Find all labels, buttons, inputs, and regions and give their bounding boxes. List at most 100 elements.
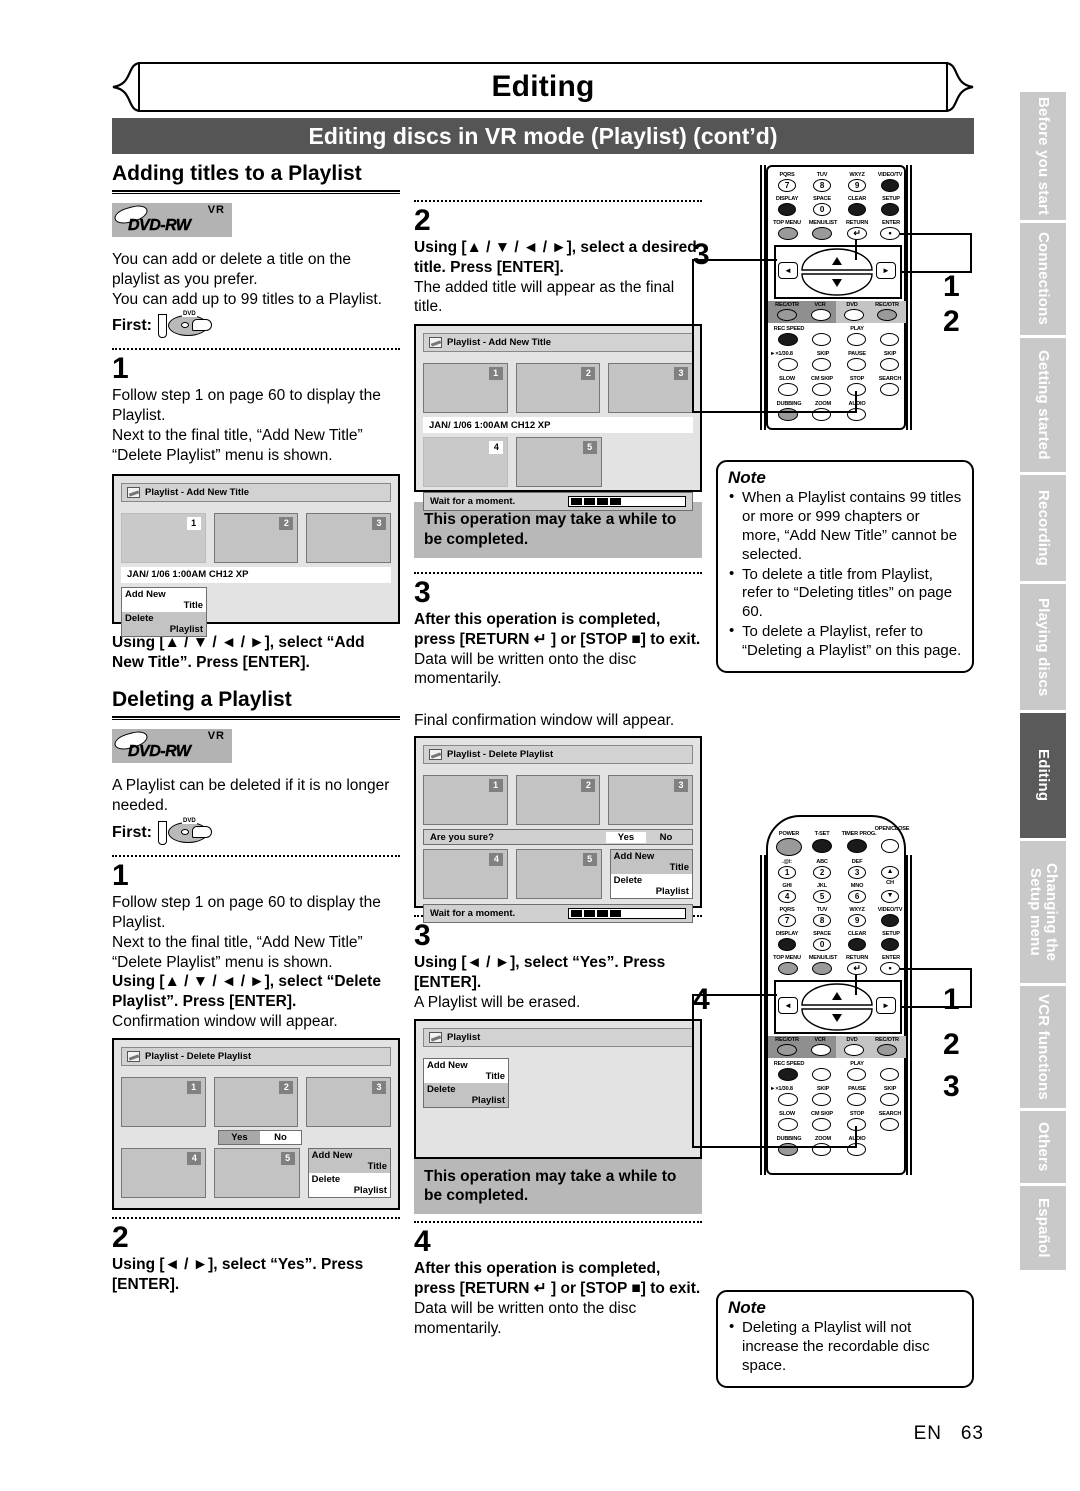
key-rec-speed[interactable] xyxy=(778,333,798,346)
key-rec-speed[interactable] xyxy=(778,1068,798,1081)
key-rec-otr-dvd[interactable] xyxy=(877,1044,897,1056)
key-arrow-left[interactable]: ◄ xyxy=(778,262,798,279)
thumbnail[interactable]: 5 xyxy=(516,437,602,488)
playlist-menu[interactable]: Add New Title Delete Playlist xyxy=(609,849,693,900)
key-dubbing[interactable] xyxy=(778,1143,798,1156)
tab-playing-discs[interactable]: Playing discs xyxy=(1020,584,1066,710)
key-pause[interactable] xyxy=(847,358,866,371)
playlist-menu[interactable]: Add New Title Delete Playlist xyxy=(423,1057,509,1108)
thumbnail[interactable]: 4 xyxy=(121,1147,207,1198)
key-frame-advance[interactable] xyxy=(778,1093,798,1106)
tab-connections[interactable]: Connections xyxy=(1020,223,1066,335)
tab-before-you-start[interactable]: Before you start xyxy=(1020,92,1066,220)
menu-item-add-new-title[interactable]: Add New Title xyxy=(122,587,206,612)
key-slow[interactable] xyxy=(778,383,798,396)
yes-option[interactable]: Yes xyxy=(219,1131,260,1144)
thumbnail[interactable]: 3 xyxy=(608,775,694,826)
key-t-set[interactable] xyxy=(812,839,832,853)
key-frame-advance[interactable] xyxy=(778,358,798,371)
key-clear[interactable] xyxy=(848,938,866,951)
thumbnail[interactable]: 1 xyxy=(121,512,206,563)
key-power[interactable] xyxy=(776,838,802,856)
key-skip-back[interactable] xyxy=(812,358,831,371)
menu-item-delete-playlist[interactable]: Delete Playlist xyxy=(122,612,206,636)
no-option[interactable]: No xyxy=(646,832,686,843)
key-dvd[interactable] xyxy=(844,309,864,321)
thumbnail[interactable]: 1 xyxy=(423,363,508,414)
playlist-menu[interactable]: Add New Title Delete Playlist xyxy=(121,586,207,637)
key-vcr[interactable] xyxy=(811,1044,831,1056)
thumbnail[interactable]: 1 xyxy=(121,1076,206,1127)
key-arrow-left[interactable]: ◄ xyxy=(778,997,798,1014)
key-top-menu[interactable] xyxy=(778,962,798,975)
key-arrow-right[interactable]: ► xyxy=(876,997,896,1014)
key-timer-prog[interactable] xyxy=(847,839,867,853)
key-pause[interactable] xyxy=(847,1093,866,1106)
key-menu-list[interactable] xyxy=(812,962,832,975)
tab-changing-setup-menu[interactable]: Changing the Setup menu xyxy=(1020,841,1066,983)
key-video-tv[interactable] xyxy=(881,179,899,192)
thumbnail[interactable]: 5 xyxy=(214,1147,300,1198)
thumbnail[interactable]: 3 xyxy=(306,1076,392,1127)
menu-item-delete-playlist[interactable]: Delete Playlist xyxy=(308,1172,390,1197)
key-zoom[interactable] xyxy=(812,1143,831,1156)
key-rec-otr-dvd[interactable] xyxy=(877,309,897,321)
key-search[interactable] xyxy=(880,1118,899,1131)
thumbnail[interactable]: 4 xyxy=(423,849,509,900)
key-rec-otr-vcr[interactable] xyxy=(777,1044,797,1056)
key-display[interactable] xyxy=(778,203,796,216)
key-vcr[interactable] xyxy=(811,309,831,321)
yes-option[interactable]: Yes xyxy=(606,831,646,843)
key-cm-skip[interactable] xyxy=(812,1118,831,1131)
tab-espanol[interactable]: Español xyxy=(1020,1186,1066,1270)
tab-vcr-functions[interactable]: VCR functions xyxy=(1020,986,1066,1108)
key-skip-back[interactable] xyxy=(812,1093,831,1106)
menu-item-delete-playlist[interactable]: Delete Playlist xyxy=(424,1083,508,1107)
tab-getting-started[interactable]: Getting started xyxy=(1020,338,1066,472)
key-dvd[interactable] xyxy=(844,1044,864,1056)
key-arrow-right[interactable]: ► xyxy=(876,262,896,279)
thumbnail[interactable]: 3 xyxy=(608,363,694,414)
thumbnail[interactable]: 2 xyxy=(213,512,299,563)
key-video-tv[interactable] xyxy=(881,914,899,927)
thumbnail[interactable]: 2 xyxy=(515,775,601,826)
thumbnail[interactable]: 2 xyxy=(213,1076,299,1127)
key-top-menu[interactable] xyxy=(778,227,798,240)
tab-editing[interactable]: Editing xyxy=(1020,713,1066,838)
key-rewind[interactable] xyxy=(812,1068,831,1081)
key-skip-forward[interactable] xyxy=(880,358,899,371)
playlist-menu[interactable]: Add New Title Delete Playlist xyxy=(307,1147,391,1198)
key-cm-skip[interactable] xyxy=(812,383,831,396)
menu-item-delete-playlist[interactable]: Delete Playlist xyxy=(610,874,692,899)
key-setup[interactable] xyxy=(881,203,899,216)
menu-item-add-new-title[interactable]: Add New Title xyxy=(309,1149,390,1173)
no-option[interactable]: No xyxy=(260,1130,301,1144)
key-skip-forward[interactable] xyxy=(880,1093,899,1106)
key-dubbing[interactable] xyxy=(778,408,798,421)
menu-item-add-new-title[interactable]: Add New Title xyxy=(424,1058,508,1083)
key-search[interactable] xyxy=(880,383,899,396)
key-setup[interactable] xyxy=(881,938,899,951)
key-display[interactable] xyxy=(778,938,796,951)
key-play[interactable] xyxy=(847,1068,866,1081)
key-open-close[interactable] xyxy=(881,839,899,853)
thumbnail[interactable]: 1 xyxy=(423,775,508,826)
tab-recording[interactable]: Recording xyxy=(1020,475,1066,581)
key-rewind[interactable] xyxy=(812,333,831,346)
key-rec-otr-vcr[interactable] xyxy=(777,309,797,321)
yes-no-selector[interactable]: Yes No xyxy=(606,831,686,843)
key-play[interactable] xyxy=(847,333,866,346)
key-zoom[interactable] xyxy=(812,408,831,421)
yes-no-selector[interactable]: Yes No xyxy=(218,1129,302,1145)
tab-others[interactable]: Others xyxy=(1020,1111,1066,1183)
key-fast-forward[interactable] xyxy=(880,1068,899,1081)
thumbnail[interactable]: 3 xyxy=(306,512,392,563)
key-menu-list[interactable] xyxy=(812,227,832,240)
thumbnail[interactable]: 2 xyxy=(515,363,601,414)
key-clear[interactable] xyxy=(848,203,866,216)
thumbnail[interactable]: 4 xyxy=(423,437,509,488)
key-fast-forward[interactable] xyxy=(880,333,899,346)
thumbnail[interactable]: 5 xyxy=(516,849,602,900)
key-slow[interactable] xyxy=(778,1118,798,1131)
menu-item-add-new-title[interactable]: Add New Title xyxy=(611,850,692,874)
